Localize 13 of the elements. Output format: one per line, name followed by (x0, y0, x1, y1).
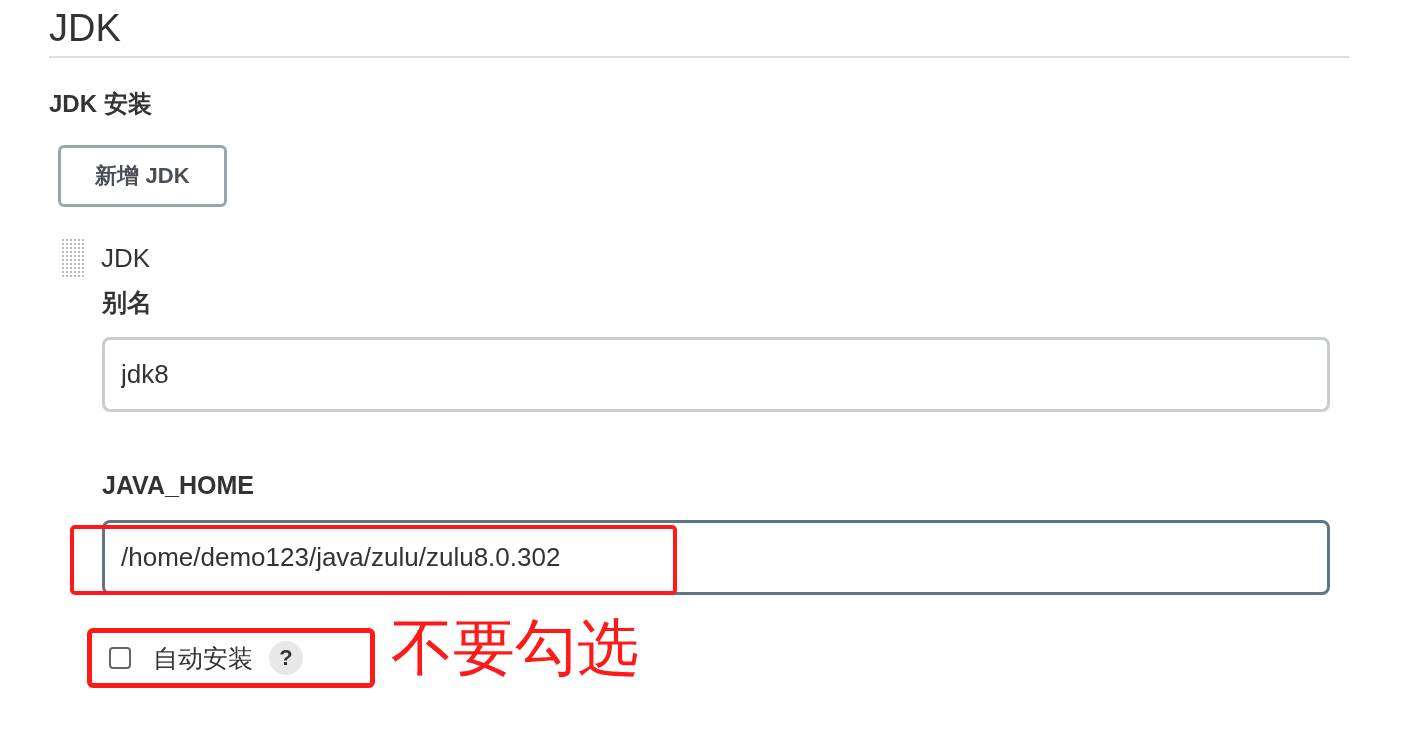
checkbox[interactable] (109, 647, 131, 669)
input-field[interactable]: /home/demo123/java/zulu/zulu8.0.302 (102, 520, 1330, 595)
checkbox-label: 自动安装 (153, 642, 253, 674)
input-field[interactable]: jdk8 (102, 337, 1330, 412)
drag-handle-icon[interactable] (62, 237, 86, 279)
item-title: JDK (101, 242, 151, 274)
annotation-text: 不要勾选 (391, 616, 639, 680)
field-label: JAVA_HOME (102, 470, 255, 501)
add-jdk-button[interactable]: 新增 JDK (58, 145, 227, 207)
section-title: JDK 安装 (49, 89, 153, 119)
page-heading: JDK (49, 6, 122, 50)
field-label: 别名 (102, 287, 153, 318)
help-button[interactable]: ? (269, 641, 303, 675)
